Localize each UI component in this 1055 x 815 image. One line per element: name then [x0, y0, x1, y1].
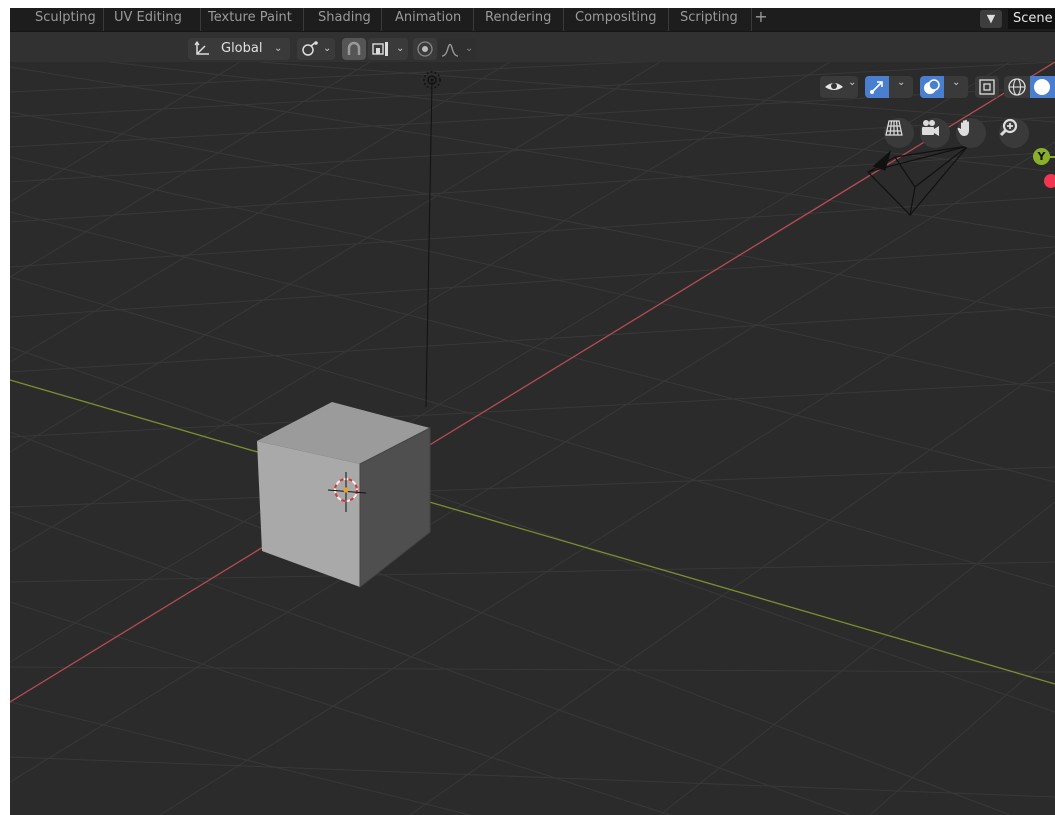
scene-icon[interactable]: ▼	[980, 10, 1002, 28]
light-direction-line	[425, 81, 433, 408]
chevron-down-icon: ⌄	[952, 77, 961, 88]
chevron-down-icon: ⌄	[848, 77, 857, 88]
tab-sculpting[interactable]: Sculpting	[10, 8, 104, 31]
camera-view-icon	[922, 120, 939, 136]
chevron-down-icon: ⌄	[323, 43, 332, 54]
proportional-edit-toggle[interactable]	[413, 38, 437, 60]
viewport-canvas[interactable]	[10, 62, 1055, 815]
default-cube[interactable]	[257, 402, 431, 589]
object-visibility-dropdown[interactable]: ⌄	[820, 76, 858, 98]
snap-element-icon	[372, 42, 388, 56]
zoom-icon	[999, 118, 1018, 137]
tab-texture-paint[interactable]: Texture Paint	[201, 8, 304, 31]
shading-mode-switcher[interactable]	[1004, 76, 1055, 98]
solid-shading-icon	[1034, 79, 1050, 95]
zoom-view-button[interactable]	[999, 118, 1029, 148]
proportional-falloff-dropdown[interactable]: ⌄	[438, 38, 476, 60]
xray-icon	[979, 79, 995, 95]
blender-window: Sculpting UV Editing Texture Paint Shadi…	[10, 8, 1055, 815]
add-workspace-button[interactable]: +	[752, 8, 770, 30]
gizmo-toggle-active[interactable]	[865, 76, 889, 98]
transform-orientation-dropdown[interactable]: Global ⌄	[188, 38, 290, 60]
pan-view-button[interactable]	[956, 118, 986, 148]
wireframe-shading-icon[interactable]	[1007, 77, 1027, 97]
grid-toggle-icon	[885, 120, 903, 136]
transform-orientation-icon	[194, 40, 209, 55]
falloff-icon	[441, 43, 459, 57]
gizmo-y-axis-line	[1048, 156, 1055, 158]
proportional-edit-icon	[417, 41, 433, 57]
snap-icon	[347, 41, 361, 55]
chevron-down-icon: ⌄	[465, 43, 474, 54]
orientation-label: Global	[221, 41, 263, 56]
pan-hand-icon	[957, 119, 969, 136]
chevron-down-icon: ⌄	[396, 43, 405, 54]
floor-grid	[10, 62, 1055, 815]
xray-toggle[interactable]	[975, 76, 999, 98]
workspace-tab-bar: Sculpting UV Editing Texture Paint Shadi…	[10, 8, 1055, 32]
y-axis-line	[10, 379, 1055, 685]
overlays-toggle[interactable]: ⌄	[920, 76, 968, 98]
viewport-header	[10, 32, 1055, 62]
pivot-point-dropdown[interactable]: ⌄	[297, 38, 335, 60]
tab-uv-editing[interactable]: UV Editing	[104, 8, 201, 31]
chevron-down-icon: ⌄	[274, 43, 283, 54]
scene-name-field[interactable]: Scene	[1008, 9, 1055, 29]
tab-compositing[interactable]: Compositing	[564, 8, 669, 31]
tab-animation[interactable]: Animation	[382, 8, 474, 31]
3d-viewport[interactable]: ⌄ ⌄ ⌄ Y	[10, 62, 1055, 815]
tab-rendering[interactable]: Rendering	[474, 8, 564, 31]
tab-shading[interactable]: Shading	[304, 8, 382, 31]
camera-view-button[interactable]	[920, 118, 950, 148]
chevron-down-icon: ⌄	[897, 77, 906, 88]
gizmo-icon	[870, 81, 883, 94]
overlay-icon	[924, 79, 940, 94]
gizmo-x-axis[interactable]	[1044, 174, 1055, 188]
overlays-toggle-active[interactable]	[920, 76, 944, 98]
solid-shading-button[interactable]	[1030, 76, 1055, 98]
x-axis-line	[10, 62, 1055, 703]
tab-scripting[interactable]: Scripting	[669, 8, 752, 31]
scene-selector: ▼ Scene	[975, 8, 1055, 30]
pivot-point-icon	[302, 41, 318, 56]
snap-toggle[interactable]	[342, 38, 366, 60]
gizmo-toggle[interactable]: ⌄	[865, 76, 913, 98]
visibility-icon	[825, 83, 843, 90]
snap-element-dropdown[interactable]: ⌄	[368, 38, 408, 60]
toggle-perspective-button[interactable]	[884, 118, 914, 148]
